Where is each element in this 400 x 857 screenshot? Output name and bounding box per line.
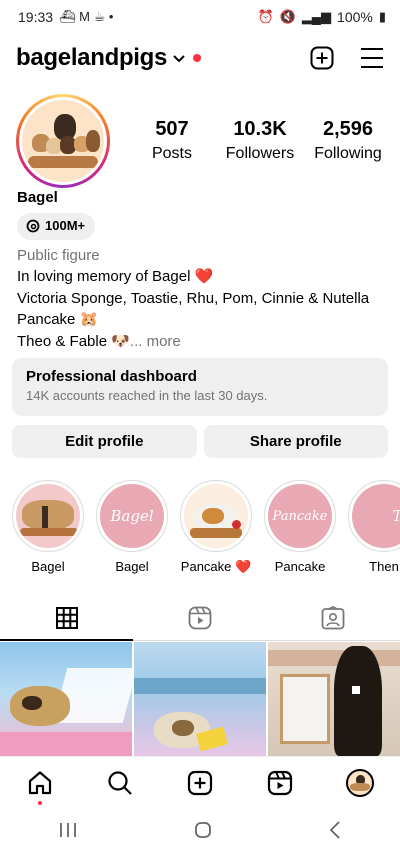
stat-value: 10.3K (233, 118, 287, 140)
stat-posts[interactable]: 507 Posts (130, 118, 214, 163)
stat-label: Following (314, 145, 382, 162)
category-label: Public figure (17, 246, 100, 264)
highlight-item[interactable]: Pancake ❤️ (180, 480, 252, 580)
highlight-item[interactable]: Pancake Pancake (264, 480, 336, 580)
create-plus-icon[interactable] (310, 46, 334, 70)
share-profile-button[interactable]: Share profile (203, 425, 388, 458)
create-icon (187, 770, 213, 795)
reels-icon (188, 606, 212, 630)
display-name: Bagel (17, 189, 58, 206)
notification-dot (193, 54, 202, 62)
highlight-label: Pancake (274, 559, 326, 574)
username[interactable]: bagelandpigs (16, 44, 167, 72)
nav-search[interactable] (100, 763, 140, 803)
stat-label: Posts (151, 145, 192, 162)
mute-icon: 🔇 (279, 9, 296, 24)
dashboard-title: Professional dashboard (26, 368, 197, 385)
post-thumbnail[interactable] (268, 642, 400, 756)
nav-create[interactable] (180, 763, 220, 803)
highlight-cover-text: Pancake (272, 508, 328, 524)
bio-line: Pancake 🐹 (17, 311, 99, 328)
nav-reels[interactable] (260, 763, 300, 803)
profile-tabs (0, 596, 400, 641)
alarm-icon: ⏰ (257, 9, 274, 24)
highlight-cover-text: Bagel (110, 507, 154, 525)
post-thumbnail[interactable] (0, 642, 132, 756)
bio-line: Victoria Sponge, Toastie, Rhu, Pom, Cinn… (17, 289, 370, 307)
stat-following[interactable]: 2,596 Following (306, 118, 390, 163)
tab-reels[interactable] (133, 596, 267, 641)
profile-avatar (346, 768, 374, 797)
system-navigation (0, 808, 400, 857)
profile-bio: Bagel 100M+ Public figure In loving memo… (17, 187, 387, 352)
battery-icon: ▮ (378, 9, 386, 24)
highlight-label: Bagel (31, 559, 65, 574)
threads-count: 100M+ (45, 218, 86, 234)
home-icon (28, 770, 52, 794)
more-link[interactable]: ... more (130, 333, 181, 350)
dashboard-subtitle: 14K accounts reached in the last 30 days… (26, 388, 268, 403)
highlight-item[interactable]: Bagel Bagel (96, 480, 168, 580)
recents-icon[interactable] (59, 822, 77, 843)
post-thumbnail[interactable] (134, 642, 266, 756)
search-icon (108, 770, 132, 795)
tagged-icon (321, 606, 345, 630)
stat-followers[interactable]: 10.3K Followers (218, 118, 302, 163)
profile-actions: Edit profile Share profile (12, 425, 388, 458)
notification-icons: ⛴ M ☕ • (59, 9, 114, 24)
highlight-label: Bagel (115, 559, 149, 574)
status-bar: 19:33 ⛴ M ☕ • ⏰ 🔇 ▂▄▆ 100% ▮ (0, 0, 400, 34)
back-icon[interactable] (329, 821, 341, 844)
tab-posts-grid[interactable] (0, 596, 134, 641)
highlight-item[interactable]: Th Then (348, 480, 400, 580)
threads-badge[interactable]: 100M+ (17, 212, 96, 240)
signal-icon: ▂▄▆ (301, 9, 332, 24)
bio-line: Theo & Fable 🐶 (17, 332, 130, 350)
nav-home[interactable] (20, 763, 60, 805)
profile-avatar[interactable] (16, 94, 110, 188)
story-highlights: Bagel Bagel Bagel Pancake ❤️ Pancake Pan… (12, 480, 400, 580)
profile-stats: 507 Posts 10.3K Followers 2,596 Followin… (130, 118, 390, 163)
highlight-label: Pancake ❤️ (180, 559, 252, 574)
battery-text: 100% (337, 9, 373, 25)
highlight-cover-text: Th (392, 507, 400, 525)
posts-grid (0, 642, 400, 756)
bottom-navigation (0, 756, 400, 808)
stat-value: 507 (155, 118, 189, 140)
notification-dot (38, 800, 42, 805)
tab-tagged[interactable] (266, 596, 400, 641)
edit-profile-button[interactable]: Edit profile (12, 425, 197, 458)
stat-value: 2,596 (322, 118, 374, 140)
menu-icon[interactable] (360, 47, 384, 69)
profile-header: bagelandpigs (0, 38, 400, 78)
reels-icon (267, 770, 293, 795)
status-time: 19:33 (18, 9, 54, 25)
grid-icon (55, 606, 78, 629)
bio-line: In loving memory of Bagel ❤️ (17, 268, 214, 285)
nav-profile[interactable] (340, 763, 380, 803)
chevron-down-icon[interactable] (173, 50, 185, 66)
professional-dashboard[interactable]: Professional dashboard 14K accounts reac… (12, 358, 388, 416)
highlight-label: Then (369, 559, 399, 574)
home-button-icon[interactable] (194, 821, 212, 844)
highlight-item[interactable]: Bagel (12, 480, 84, 580)
stat-label: Followers (225, 145, 295, 162)
threads-icon (26, 219, 40, 233)
